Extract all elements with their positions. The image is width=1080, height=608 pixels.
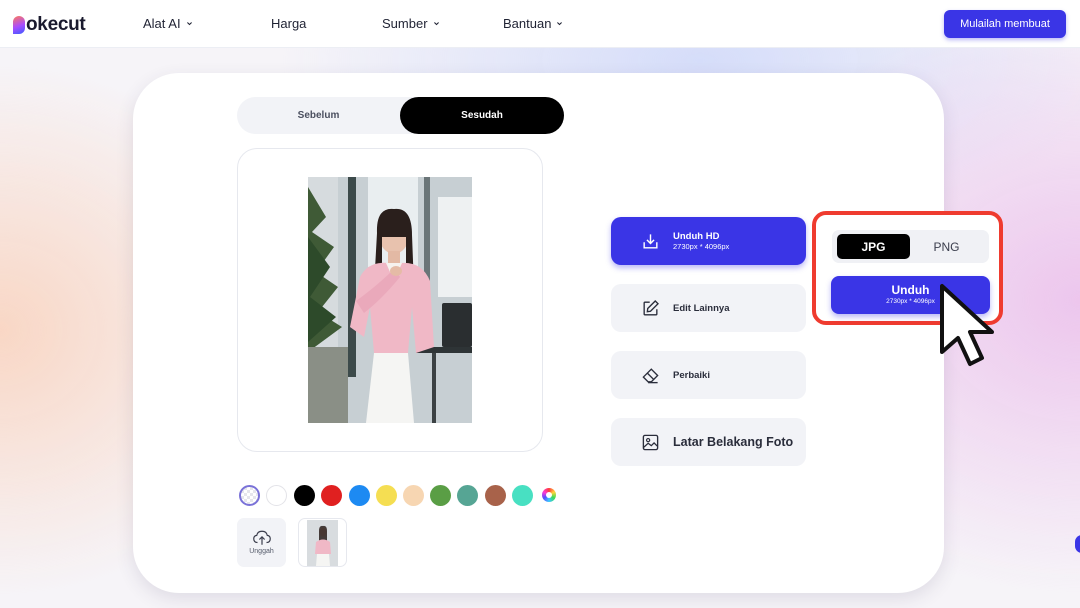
edit-more-label: Edit Lainnya: [673, 302, 730, 314]
edit-icon: [643, 299, 659, 316]
nav-item-pricing[interactable]: Harga: [271, 16, 306, 31]
repair-label: Perbaiki: [673, 369, 710, 381]
chevron-down-icon: [186, 22, 192, 26]
format-jpg-option[interactable]: JPG: [837, 234, 910, 259]
download-hd-resolution: 2730px * 4096px: [673, 242, 730, 251]
upload-button[interactable]: Unggah: [237, 518, 286, 567]
upload-label: Unggah: [249, 548, 274, 555]
swatch-aqua[interactable]: [512, 485, 533, 506]
format-png-option[interactable]: PNG: [910, 234, 983, 259]
chevron-down-icon: [433, 22, 439, 26]
nav-item-ai-tools[interactable]: Alat AI: [143, 16, 193, 31]
nav-item-resources[interactable]: Sumber: [382, 16, 440, 31]
download-hd-button[interactable]: Unduh HD 2730px * 4096px: [611, 217, 806, 265]
chat-widget-button[interactable]: [1075, 535, 1080, 553]
logo-mark-icon: [13, 16, 25, 34]
download-hd-title: Unduh HD: [673, 231, 720, 242]
color-wheel-icon[interactable]: [542, 488, 556, 502]
swatch-yellow[interactable]: [376, 485, 397, 506]
start-creating-button[interactable]: Mulailah membuat: [944, 10, 1066, 38]
eraser-icon: [642, 367, 659, 383]
swatch-green[interactable]: [430, 485, 451, 506]
nav-item-label: Sumber: [382, 16, 428, 31]
swatch-teal[interactable]: [457, 485, 478, 506]
swatch-blue[interactable]: [349, 485, 370, 506]
nav-item-label: Alat AI: [143, 16, 181, 31]
image-icon: [642, 434, 659, 450]
swatch-black[interactable]: [294, 485, 315, 506]
swatch-peach[interactable]: [403, 485, 424, 506]
photo-background-button[interactable]: Latar Belakang Foto: [611, 418, 806, 466]
swatch-red[interactable]: [321, 485, 342, 506]
logo[interactable]: okecut: [13, 14, 86, 36]
repair-button[interactable]: Perbaiki: [611, 351, 806, 399]
download-button-resolution: 2730px * 4096px: [886, 298, 935, 305]
chevron-down-icon: [557, 22, 563, 26]
nav-item-label: Harga: [271, 16, 307, 31]
download-icon: [643, 233, 658, 249]
before-after-toggle: Sebelum Sesudah: [237, 97, 564, 134]
portrait-photo-image: [308, 177, 472, 423]
nav-item-label: Bantuan: [503, 16, 552, 31]
thumbnail-image: [307, 520, 338, 566]
swatch-transparent[interactable]: [239, 485, 260, 506]
swatch-brown[interactable]: [485, 485, 506, 506]
photo-background-label: Latar Belakang Foto: [673, 435, 794, 449]
mouse-pointer-icon: [940, 284, 994, 366]
after-tab[interactable]: Sesudah: [400, 97, 564, 134]
cloud-upload-icon: [252, 530, 271, 545]
edit-more-button[interactable]: Edit Lainnya: [611, 284, 806, 332]
thumbnail-photo-image: [307, 520, 338, 566]
swatch-white[interactable]: [266, 485, 287, 506]
image-thumbnail[interactable]: [298, 518, 347, 567]
before-tab[interactable]: Sebelum: [237, 97, 400, 134]
format-toggle: JPG PNG: [832, 230, 989, 263]
download-button-title: Unduh: [891, 283, 930, 297]
logo-text: okecut: [26, 14, 86, 35]
nav-item-help[interactable]: Bantuan: [503, 16, 563, 31]
result-photo: [308, 177, 472, 423]
top-nav: okecut Alat AI Harga Sumber Bantuan Mula…: [0, 0, 1080, 48]
